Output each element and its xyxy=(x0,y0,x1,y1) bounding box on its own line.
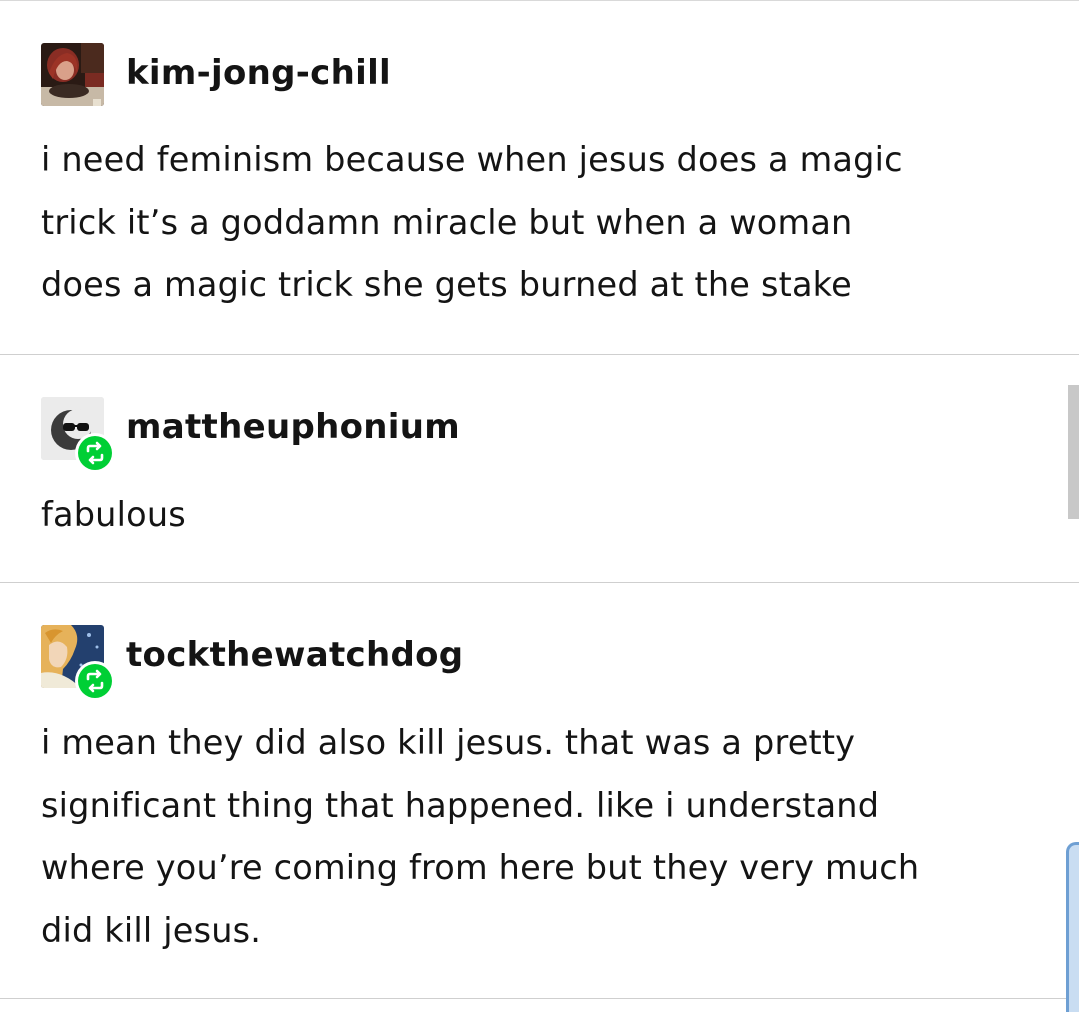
post-divider xyxy=(0,354,1079,355)
reblog-icon xyxy=(86,669,104,693)
post-body: fabulous xyxy=(41,484,1041,547)
post-text-line: trick it’s a goddamn miracle but when a … xyxy=(41,202,853,242)
post-body: i need feminism because when jesus does … xyxy=(41,129,1041,317)
post-text-line: significant thing that happened. like i … xyxy=(41,785,880,825)
post-body: i mean they did also kill jesus. that wa… xyxy=(41,712,1041,962)
post-header: kim-jong-chill xyxy=(41,43,1041,107)
post-text-line: does a magic trick she gets burned at th… xyxy=(41,265,852,304)
scrollbar-thumb[interactable] xyxy=(1068,385,1079,519)
side-panel-tab[interactable] xyxy=(1066,842,1079,1012)
post-header: tockthewatchdog xyxy=(41,625,1041,701)
reblog-badge xyxy=(75,433,115,473)
post-text-line: i mean they did also kill jesus. that wa… xyxy=(41,723,856,762)
username-link[interactable]: mattheuphonium xyxy=(126,407,460,447)
top-divider xyxy=(0,0,1079,1)
post-divider xyxy=(0,998,1079,999)
post-text-line: i need feminism because when jesus does … xyxy=(41,140,903,179)
reblog-icon xyxy=(86,441,104,465)
username-link[interactable]: kim-jong-chill xyxy=(126,53,391,93)
post-text-line: where you’re coming from here but they v… xyxy=(41,848,920,887)
post-text-line: fabulous xyxy=(41,495,186,534)
profile-photo-icon xyxy=(41,43,104,106)
avatar[interactable] xyxy=(41,43,104,106)
post-divider xyxy=(0,582,1079,583)
username-link[interactable]: tockthewatchdog xyxy=(126,635,463,675)
post-header: mattheuphonium xyxy=(41,397,1041,473)
reblog-badge xyxy=(75,661,115,701)
post-text-line: did kill jesus. xyxy=(41,910,262,950)
